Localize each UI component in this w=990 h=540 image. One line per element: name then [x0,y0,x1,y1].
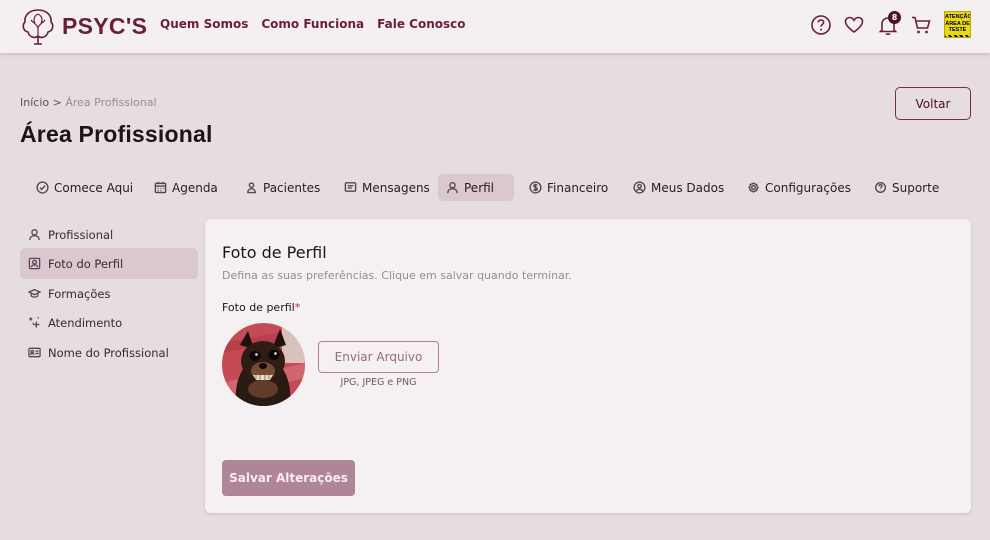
back-button[interactable]: Voltar [895,87,971,120]
section-tabs: Comece Aqui Agenda Pacientes Mensagens P… [28,174,968,201]
heart-icon[interactable] [843,14,865,36]
profile-photo-card: Foto de Perfil Defina as suas preferênci… [205,219,971,513]
sidebar-item-label: Atendimento [48,315,123,330]
tab-configuracoes[interactable]: Configurações [739,174,859,201]
user-circle-icon [633,181,646,194]
tab-label: Financeiro [547,180,609,195]
breadcrumb-current: Área Profissional [65,96,157,109]
nav-quem-somos[interactable]: Quem Somos [160,17,248,31]
tab-pacientes[interactable]: Pacientes [237,174,328,201]
tab-mensagens[interactable]: Mensagens [336,174,438,201]
top-header: PSYC'S Quem Somos Como Funciona Fale Con… [0,0,990,53]
help-icon[interactable] [810,14,832,36]
dollar-icon [529,181,542,194]
help-icon [874,181,887,194]
required-asterisk: * [294,301,301,314]
tab-label: Suporte [892,180,940,195]
message-icon [344,182,357,192]
breadcrumb: Início > Área Profissional [20,96,157,109]
tab-financeiro[interactable]: Financeiro [521,174,616,201]
test-flag-line3: TESTE [948,27,967,33]
test-flag-line1: ATENÇÃO [945,14,971,20]
tab-meus-dados[interactable]: Meus Dados [625,174,732,201]
tab-comece-aqui[interactable]: Comece Aqui [28,174,141,201]
id-card-icon [28,347,41,358]
upload-file-button[interactable]: Enviar Arquivo [318,341,439,373]
sidebar-item-label: Profissional [48,227,114,242]
sidebar-item-label: Nome do Profissional [48,345,169,360]
tab-label: Meus Dados [651,180,725,195]
dog-photo-image [222,323,305,406]
sidebar-item-profissional[interactable]: Profissional [20,219,198,250]
sidebar-item-formacoes[interactable]: Formações [20,278,198,309]
tab-label: Configurações [765,180,851,195]
card-title: Foto de Perfil [222,243,327,262]
warning-stripe [945,34,970,37]
sidebar-item-label: Foto do Perfil [48,256,124,271]
user-icon [447,181,458,194]
gear-icon [748,182,759,193]
brand-logo[interactable]: PSYC'S [20,6,147,46]
profile-photo [222,323,305,406]
breadcrumb-home[interactable]: Início [20,96,49,109]
photo-field-label-text: Foto de perfil [222,301,295,314]
check-circle-icon [36,181,49,194]
tab-label: Mensagens [362,180,430,195]
portrait-icon [28,257,41,270]
sidebar-item-label: Formações [48,286,111,301]
nav-como-funciona[interactable]: Como Funciona [261,17,364,31]
main-nav: Quem Somos Como Funciona Fale Conosco [160,17,465,31]
save-changes-button[interactable]: Salvar Alterações [222,460,355,496]
nav-fale-conosco[interactable]: Fale Conosco [377,17,465,31]
sidebar-item-nome-do-profissional[interactable]: Nome do Profissional [20,337,198,368]
notification-badge: 8 [888,11,901,24]
breadcrumb-separator: > [52,96,62,109]
user-icon [29,229,40,241]
users-icon [247,182,256,194]
brain-tree-logo-icon [22,9,54,45]
tab-perfil[interactable]: Perfil [438,174,514,201]
tab-label: Pacientes [263,180,321,195]
sidebar-item-atendimento[interactable]: Atendimento [20,307,198,338]
calendar-icon [154,181,167,194]
upload-format-hint: JPG, JPEG e PNG [340,377,417,388]
page-title: Área Profissional [20,121,213,147]
test-environment-flag: ATENÇÃO ÁREA DE TESTE [944,11,971,38]
sparkle-icon [29,316,40,328]
photo-field-label: Foto de perfil* [222,301,300,314]
tab-agenda[interactable]: Agenda [146,174,226,201]
tab-label: Comece Aqui [54,180,134,195]
card-subtitle: Defina as suas preferências. Clique em s… [222,269,572,282]
sidebar-item-foto-do-perfil[interactable]: Foto do Perfil [20,248,198,279]
tab-label: Agenda [172,180,218,195]
graduation-cap-icon [28,288,41,298]
tab-label: Perfil [464,180,495,195]
brand-name: PSYC'S [62,12,148,39]
cart-icon[interactable] [910,14,932,36]
tab-suporte[interactable]: Suporte [866,174,947,201]
